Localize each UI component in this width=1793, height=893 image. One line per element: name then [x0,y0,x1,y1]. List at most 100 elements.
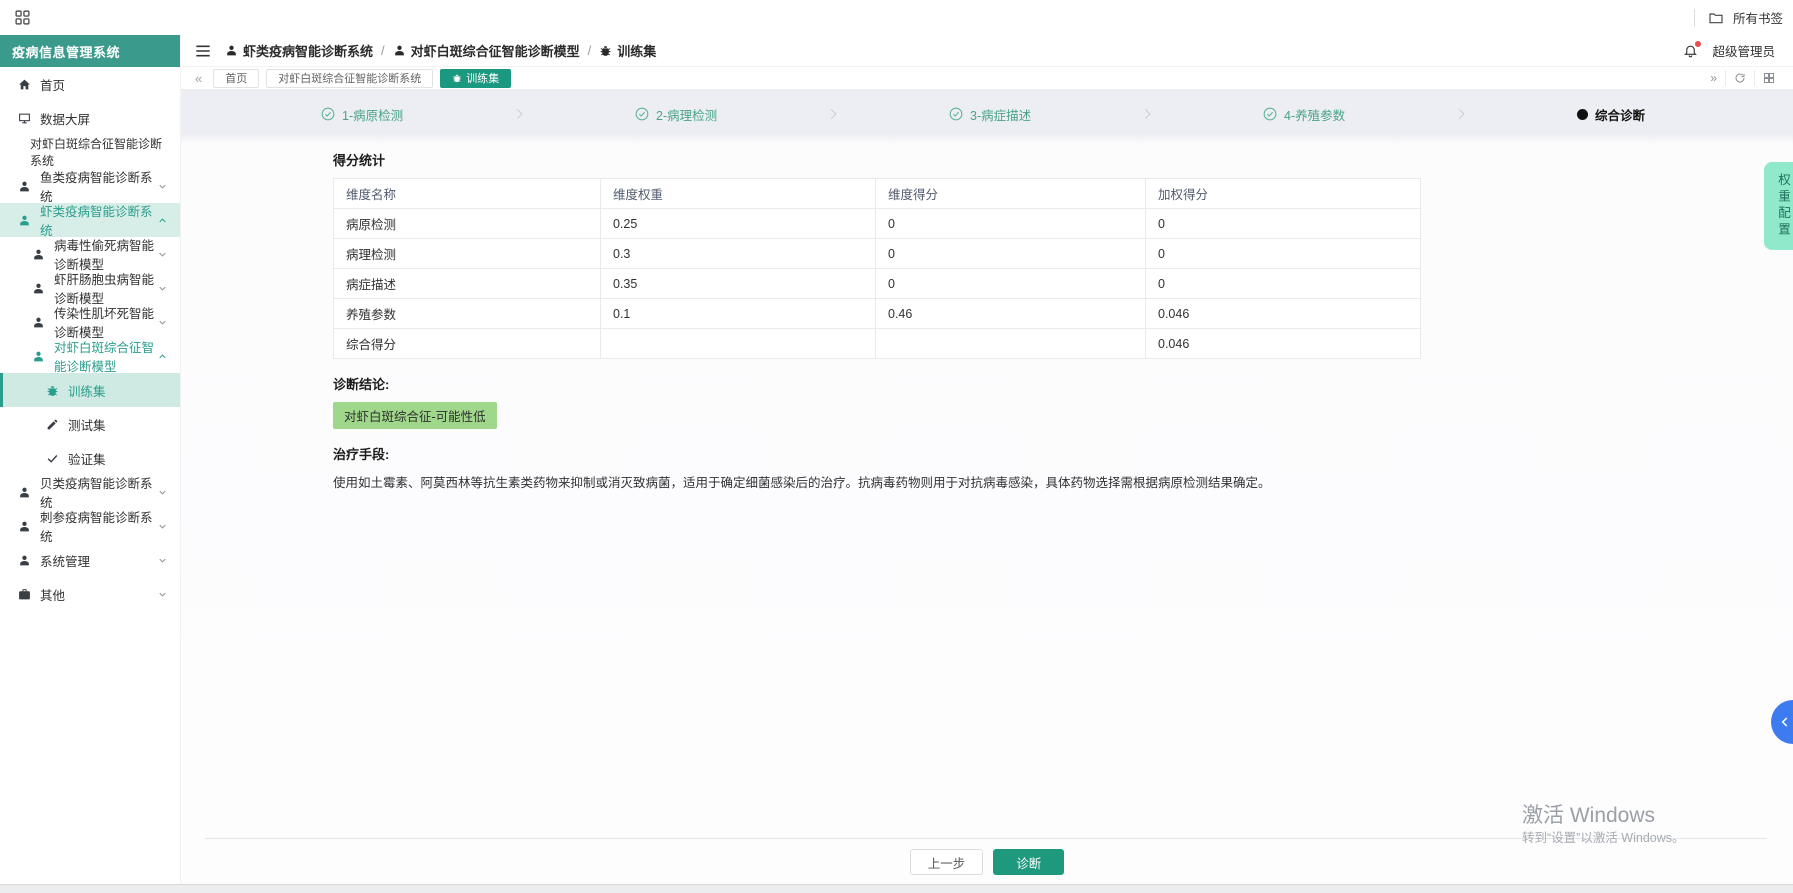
sidebar-item-training-set[interactable]: 训练集 [0,373,180,407]
footer-buttons: 上一步 诊断 [181,849,1793,875]
sidebar-item-label: 系统管理 [40,554,91,569]
step-separator-icon [1031,105,1263,123]
refresh-icon[interactable] [1725,70,1754,86]
hamburger-menu-icon[interactable] [195,44,211,58]
sidebar-item-viral-model[interactable]: 病毒性偷死病智能诊断模型 [0,237,180,272]
current-user-label[interactable]: 超级管理员 [1712,41,1775,60]
check-circle-icon [321,107,335,121]
chevron-down-icon [157,283,168,294]
sidebar-item-label: 测试集 [68,418,106,433]
sidebar-item-label: 虾肝肠胞虫病智能诊断模型 [54,273,155,306]
sidebar: 疫病信息管理系统 首页 数据大屏 对虾白斑综合征智能诊断系统 鱼类疫病智能诊断系… [0,35,181,884]
pencil-icon [46,418,59,431]
step-pathology-detection[interactable]: 2-病理检测 [635,105,717,124]
sidebar-item-label: 病毒性偷死病智能诊断模型 [54,239,155,272]
weight-config-button[interactable]: 权重配置 [1764,162,1793,250]
sidebar-item-test-set[interactable]: 测试集 [0,407,180,441]
sidebar-item-label: 对虾白斑综合征智能诊断模型 [54,341,155,374]
sidebar-item-label: 其他 [40,588,66,603]
chevron-up-icon [157,351,168,362]
tab-layout-grid-icon[interactable] [1754,70,1783,86]
score-table: 维度名称 维度权重 维度得分 加权得分 病原检测 0.25 0 0 病理检测 0… [333,178,1421,359]
col-header-dimension-name: 维度名称 [333,178,601,209]
tabs-scroll-left-icon[interactable]: « [191,71,206,86]
step-farming-parameters[interactable]: 4-养殖参数 [1263,105,1345,124]
step-pathogen-detection[interactable]: 1-病原检测 [321,105,403,124]
sidebar-item-imn-model[interactable]: 传染性肌坏死智能诊断模型 [0,305,180,340]
tab-training-set[interactable]: 训练集 [440,68,512,88]
briefcase-icon [18,588,31,601]
user-icon [225,44,238,57]
user-icon [32,248,45,261]
check-icon [46,452,59,465]
user-icon [18,214,31,227]
sidebar-item-home[interactable]: 首页 [0,67,180,101]
step-separator-icon [717,105,949,123]
content-area: 1-病原检测 2-病理检测 3-病症描述 4-养殖参数 综合诊断 得分统计 维度… [181,90,1793,893]
sidebar-item-label: 训练集 [68,384,106,399]
col-header-weighted-score: 加权得分 [1145,178,1421,209]
tabs-scroll-right-icon[interactable]: » [1702,70,1725,86]
chevron-down-icon [157,521,168,532]
chevron-down-icon [157,555,168,566]
chevron-up-icon [157,215,168,226]
user-icon [32,316,45,329]
breadcrumb-item-training-set[interactable]: 训练集 [599,41,656,60]
sidebar-item-other[interactable]: 其他 [0,577,180,611]
home-icon [18,78,31,91]
breadcrumb-item-shrimp-system[interactable]: 虾类疫病智能诊断系统 [225,41,373,60]
bug-icon [599,44,612,57]
sidebar-item-label: 数据大屏 [40,112,91,127]
sidebar-item-label: 首页 [40,78,66,93]
score-statistics-title: 得分统计 [333,153,386,168]
all-bookmarks-label[interactable]: 所有书签 [1733,8,1783,27]
sidebar-item-system-management[interactable]: 系统管理 [0,543,180,577]
col-header-dimension-weight: 维度权重 [600,178,876,209]
diagnose-button[interactable]: 诊断 [993,849,1065,875]
user-icon [18,180,31,193]
sidebar-item-label: 虾类疫病智能诊断系统 [40,205,153,238]
sidebar-item-label: 刺参疫病智能诊断系统 [40,511,153,544]
sidebar-item-fish-system[interactable]: 鱼类疫病智能诊断系统 [0,169,180,204]
sidebar-item-wssv-model[interactable]: 对虾白斑综合征智能诊断模型 [0,339,180,374]
bug-icon [46,384,59,397]
bookmarks-folder-icon [1708,10,1724,26]
user-icon [18,486,31,499]
breadcrumb-item-wssv-model[interactable]: 对虾白斑综合征智能诊断模型 [393,41,580,60]
bug-icon [452,73,462,83]
browser-bar: 所有书签 [0,0,1793,35]
user-icon [18,554,31,567]
app-title: 疫病信息管理系统 [0,35,180,67]
notification-bell-icon[interactable] [1683,41,1702,58]
wizard-stepper: 1-病原检测 2-病理检测 3-病症描述 4-养殖参数 综合诊断 [181,90,1793,138]
user-icon [32,282,45,295]
treatment-label: 治疗手段: [333,447,390,462]
breadcrumb-separator: / [381,43,385,58]
table-row: 病原检测 0.25 0 0 [333,208,1421,239]
step-separator-icon [403,105,635,123]
sidebar-item-wssv-system[interactable]: 对虾白斑综合征智能诊断系统 [0,135,180,169]
notification-dot [1695,41,1702,47]
diagnosis-conclusion-label: 诊断结论: [333,377,390,392]
step-comprehensive-diagnosis[interactable]: 综合诊断 [1577,105,1645,124]
sidebar-item-seacucumber-system[interactable]: 刺参疫病智能诊断系统 [0,509,180,544]
user-icon [18,520,31,533]
sidebar-item-dashboard[interactable]: 数据大屏 [0,101,180,135]
previous-step-button[interactable]: 上一步 [909,849,984,875]
sidebar-item-label: 贝类疫病智能诊断系统 [40,477,153,510]
chevron-down-icon [157,487,168,498]
tab-wssv-system[interactable]: 对虾白斑综合征智能诊断系统 [266,68,434,88]
sidebar-item-label: 传染性肌坏死智能诊断模型 [54,307,155,340]
sidebar-item-shrimp-system[interactable]: 虾类疫病智能诊断系统 [0,203,180,238]
table-row: 养殖参数 0.1 0.46 0.046 [333,298,1421,329]
step-symptom-description[interactable]: 3-病症描述 [949,105,1031,124]
sidebar-item-shellfish-system[interactable]: 贝类疫病智能诊断系统 [0,475,180,510]
breadcrumb-separator: / [587,43,592,58]
sidebar-item-validation-set[interactable]: 验证集 [0,441,180,475]
chevron-left-icon [1781,717,1788,727]
tab-groups-icon[interactable] [14,9,31,26]
sidebar-item-ehp-model[interactable]: 虾肝肠胞虫病智能诊断模型 [0,271,180,306]
chevron-down-icon [157,181,168,192]
user-icon [393,44,406,57]
tab-home[interactable]: 首页 [213,68,260,88]
